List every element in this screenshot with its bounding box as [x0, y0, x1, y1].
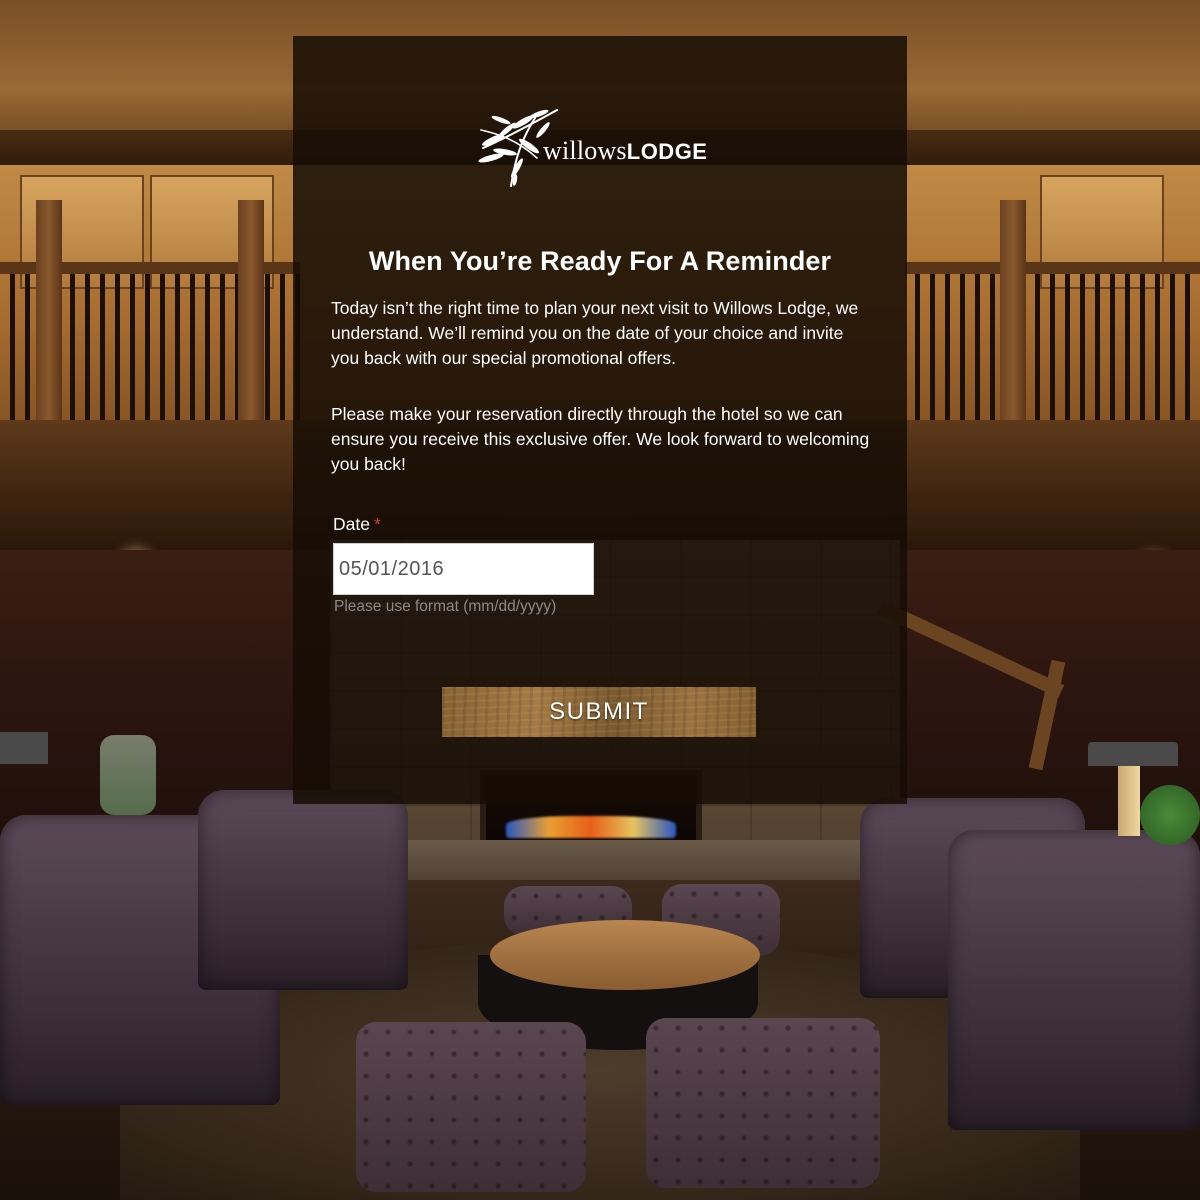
armchair	[948, 830, 1200, 1130]
date-field-label: Date *	[333, 514, 381, 535]
required-marker: *	[373, 514, 381, 534]
modal-title: When You’re Ready For A Reminder	[368, 246, 832, 276]
date-format-hint: Please use format (mm/dd/yyyy)	[334, 598, 557, 615]
table-lamp-shade	[0, 732, 48, 764]
table-lamp-shade	[1088, 742, 1178, 766]
plant	[1140, 785, 1200, 845]
willows-lodge-logo: willowsLODGE	[471, 100, 741, 190]
logo-text-suffix: LODGE	[626, 139, 708, 164]
date-label-text: Date	[333, 514, 370, 534]
date-input[interactable]	[333, 543, 594, 595]
coffee-table-top	[490, 920, 760, 990]
reservation-paragraph: Please make your reservation directly th…	[331, 404, 870, 474]
logo-wordmark: willowsLODGE	[543, 136, 707, 166]
reminder-modal: willowsLODGE When You’re Ready For A Rem…	[293, 36, 907, 804]
armchair	[198, 790, 408, 990]
table-lamp-base	[1118, 766, 1140, 836]
logo-text-prefix: willows	[543, 136, 627, 165]
ottoman	[646, 1018, 880, 1188]
intro-paragraph: Today isn’t the right time to plan your …	[331, 298, 859, 368]
fire-flames	[506, 816, 676, 838]
glass-jar	[100, 735, 156, 815]
submit-button[interactable]: SUBMIT	[442, 687, 756, 737]
ottoman	[356, 1022, 586, 1192]
